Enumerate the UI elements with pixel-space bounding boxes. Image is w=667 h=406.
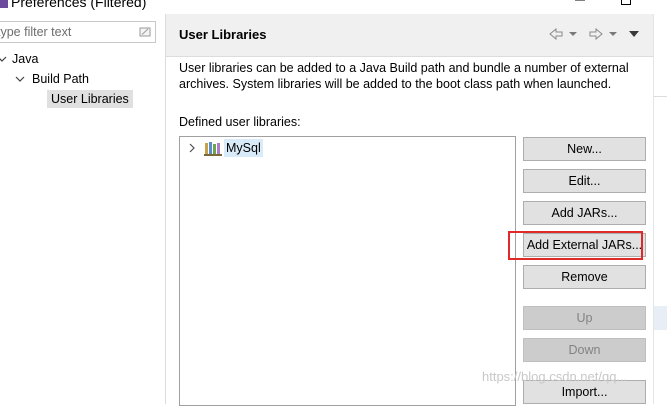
window-title-bar: Preferences (Filtered) (0, 0, 667, 14)
header-separator (166, 56, 653, 57)
clear-filter-icon[interactable] (138, 25, 152, 39)
edit-button[interactable]: Edit... (523, 169, 646, 193)
filter-box (0, 21, 156, 43)
defined-libraries-label: Defined user libraries: (179, 115, 301, 129)
chevron-down-icon[interactable] (568, 26, 578, 42)
minimize-icon (575, 0, 585, 1)
background-divider (654, 96, 667, 97)
new-button[interactable]: New... (523, 137, 646, 161)
window-title: Preferences (Filtered) (11, 0, 147, 10)
tree-item-user-libraries[interactable]: User Libraries (47, 90, 135, 108)
chevron-right-icon[interactable] (187, 143, 197, 153)
tree-item-java[interactable]: Java (0, 50, 120, 68)
add-jars-button[interactable]: Add JARs... (523, 201, 646, 225)
tree-item-build-path[interactable]: Build Path (0, 70, 140, 88)
tree-item-label: Java (12, 52, 39, 66)
library-name: MySql (224, 139, 263, 157)
page-title: User Libraries (179, 27, 267, 42)
background-window-edge (653, 14, 667, 404)
maximize-icon (621, 0, 631, 5)
chevron-down-icon (15, 76, 25, 82)
forward-arrow-icon[interactable] (588, 26, 604, 42)
library-jar-icon (204, 142, 222, 156)
user-libraries-page: User Libraries User libraries can be add… (166, 14, 653, 406)
app-icon (0, 0, 8, 8)
tree-item-label: User Libraries (47, 90, 133, 108)
minimize-button[interactable] (560, 0, 600, 14)
chevron-down-icon[interactable] (608, 26, 618, 42)
preferences-tree-pane: Java Build Path User Libraries (0, 14, 165, 404)
back-arrow-icon[interactable] (548, 26, 564, 42)
filter-input[interactable] (0, 24, 127, 40)
maximize-button[interactable] (606, 0, 646, 14)
tree-item-label: Build Path (32, 72, 89, 86)
up-button[interactable]: Up (523, 306, 646, 330)
remove-button[interactable]: Remove (523, 265, 646, 289)
view-menu-icon[interactable] (628, 26, 640, 42)
down-button[interactable]: Down (523, 338, 646, 362)
user-libraries-list[interactable]: MySql (179, 136, 516, 406)
add-external-jars-button[interactable]: Add External JARs... (523, 233, 646, 257)
page-header: User Libraries (166, 14, 653, 56)
page-description: User libraries can be added to a Java Bu… (179, 61, 629, 91)
background-selection (654, 306, 667, 330)
watermark-text: https://blog.csdn.net/qq... (482, 369, 628, 384)
chevron-down-icon (0, 56, 7, 62)
